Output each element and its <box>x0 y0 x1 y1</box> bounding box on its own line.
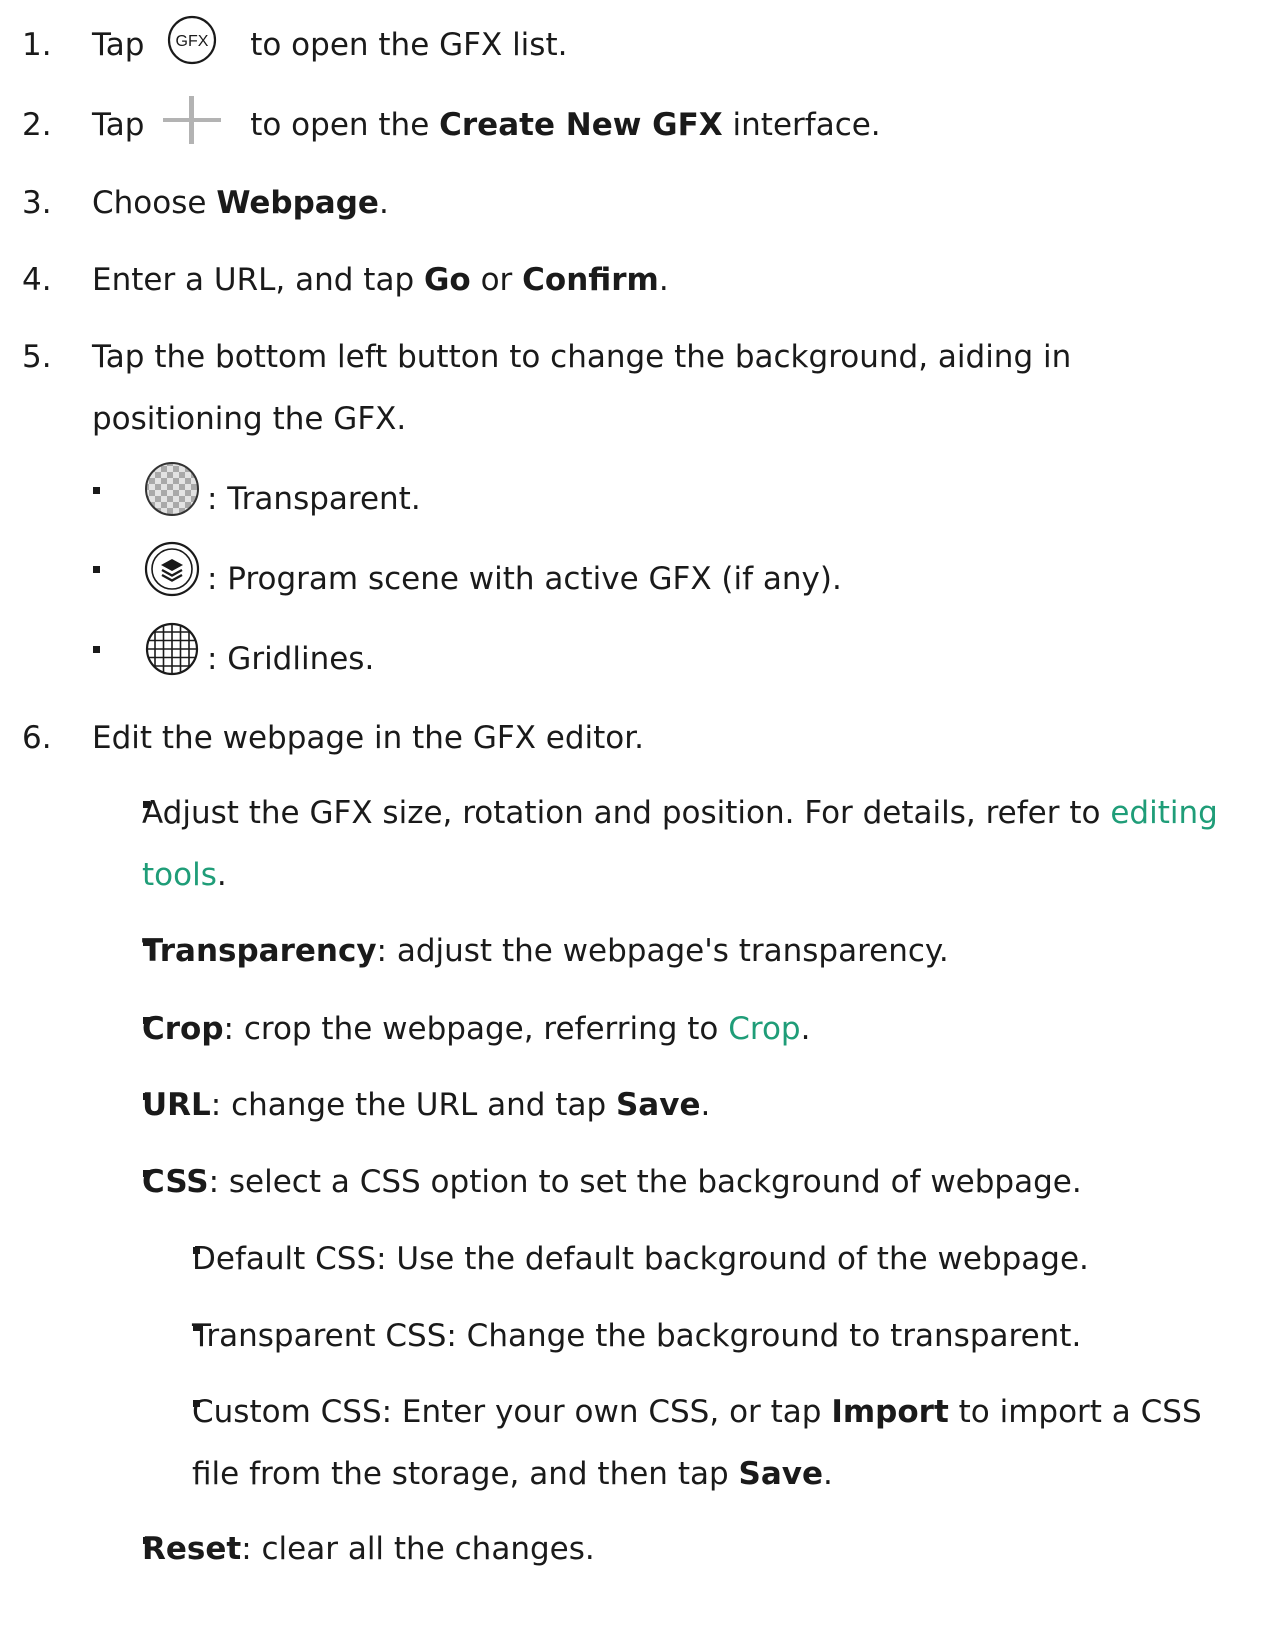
item-text: : clear all the changes. <box>241 1531 595 1567</box>
step-text: to open the <box>250 107 430 143</box>
item-text: file from the storage, and then tap <box>192 1456 729 1492</box>
punctuation: . <box>823 1456 833 1492</box>
step-5-line-2: positioning the GFX. <box>92 401 407 437</box>
item-text: : select a CSS option to set the backgro… <box>208 1164 1082 1200</box>
step-number: 3. <box>22 185 52 221</box>
grid-icon <box>145 622 199 676</box>
item-text: to import a CSS <box>958 1394 1202 1430</box>
crop-item: Crop: crop the webpage, referring to Cro… <box>142 1014 810 1045</box>
step-6-text: Edit the webpage in the GFX editor. <box>92 720 645 756</box>
step-3-text: Choose Webpage. <box>92 188 389 219</box>
item-text: : change the URL and tap <box>210 1087 607 1123</box>
bold-term: Transparency <box>142 933 377 969</box>
css-item: CSS: select a CSS option to set the back… <box>142 1167 1082 1198</box>
item-text: Adjust the GFX size, rotation and positi… <box>142 795 1101 831</box>
reset-item: Reset: clear all the changes. <box>142 1534 595 1565</box>
bullet <box>93 487 100 494</box>
step-text: Enter a URL, and tap <box>92 262 415 298</box>
item-text: : adjust the webpage's transparency. <box>376 933 949 969</box>
crop-link[interactable]: Crop <box>728 1011 800 1047</box>
bullet <box>93 566 100 573</box>
step-number: 6. <box>22 720 52 756</box>
step-number: 1. <box>22 27 52 63</box>
custom-css-line-1: Custom CSS: Enter your own CSS, or tap I… <box>192 1397 1202 1428</box>
editing-tools-link[interactable]: editing <box>1110 795 1217 831</box>
punctuation: . <box>700 1087 711 1123</box>
item-text: Custom CSS: Enter your own CSS, or tap <box>192 1394 822 1430</box>
step-text: interface. <box>732 107 881 143</box>
step-4-text: Enter a URL, and tap Go or Confirm. <box>92 265 669 296</box>
plus-icon <box>163 96 221 144</box>
bold-term: Go <box>423 262 471 298</box>
option-program-scene: : Program scene with active GFX (if any)… <box>207 561 842 597</box>
punctuation: . <box>658 262 669 298</box>
bold-term: Confirm <box>522 262 659 298</box>
bold-term: Save <box>738 1456 823 1492</box>
bold-term: Reset <box>142 1531 242 1567</box>
default-css-item: Default CSS: Use the default background … <box>192 1241 1089 1277</box>
transparent-checker-icon <box>145 462 199 516</box>
step-text: Tap <box>92 27 145 63</box>
url-item: URL: change the URL and tap Save. <box>142 1090 710 1121</box>
gfx-icon-label: GFX <box>176 33 209 50</box>
step-text: or <box>480 262 513 298</box>
bold-term: CSS <box>142 1164 209 1200</box>
step-5-line-1: Tap the bottom left button to change the… <box>92 339 1072 375</box>
option-transparent: : Transparent. <box>207 481 421 517</box>
custom-css-line-2: file from the storage, and then tap Save… <box>192 1459 833 1490</box>
transparent-css-item: Transparent CSS: Change the background t… <box>192 1318 1082 1354</box>
layers-icon <box>144 541 200 597</box>
editing-tools-link-continued[interactable]: tools <box>142 857 217 893</box>
punctuation: . <box>800 1011 811 1047</box>
bold-term: URL <box>142 1087 211 1123</box>
bold-term: Create New GFX <box>439 107 723 143</box>
adjust-line-1: Adjust the GFX size, rotation and positi… <box>142 798 1218 829</box>
punctuation: . <box>216 857 227 893</box>
step-1-text: Tap to open the GFX list. <box>92 30 567 61</box>
adjust-line-2: tools. <box>142 860 227 891</box>
step-text: to open the GFX list. <box>250 27 568 63</box>
option-gridlines: : Gridlines. <box>207 641 375 677</box>
bold-term: Crop <box>142 1011 224 1047</box>
step-number: 2. <box>22 107 52 143</box>
step-number: 4. <box>22 262 52 298</box>
step-text: Tap <box>92 107 145 143</box>
bold-term: Save <box>615 1087 701 1123</box>
transparency-item: Transparency: adjust the webpage's trans… <box>142 936 949 967</box>
step-text: Choose <box>92 185 207 221</box>
bullet <box>93 646 100 653</box>
bold-term: Import <box>831 1394 949 1430</box>
item-text: : crop the webpage, referring to <box>223 1011 719 1047</box>
step-number: 5. <box>22 339 52 375</box>
bold-term: Webpage <box>216 185 379 221</box>
punctuation: . <box>378 185 389 221</box>
gfx-icon: GFX <box>167 15 217 65</box>
